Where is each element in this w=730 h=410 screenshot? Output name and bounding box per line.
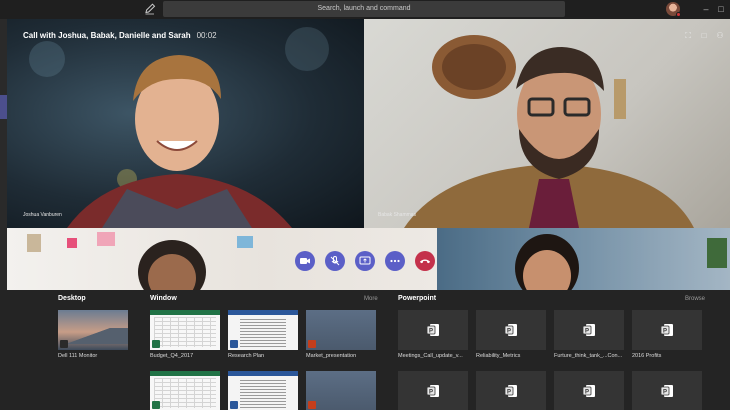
- window-thumbnail-research[interactable]: [228, 310, 298, 350]
- video-stage: Call with Joshua, Babak, Danielle and Sa…: [7, 19, 730, 290]
- svg-text:P: P: [585, 328, 589, 334]
- excel-icon: [152, 401, 160, 409]
- ppt-file-row2-3[interactable]: P: [554, 371, 624, 410]
- excel-ribbon: [150, 371, 220, 376]
- babak-video-frame: [404, 35, 694, 228]
- word-ribbon: [228, 310, 298, 315]
- desktop-label: Dell 111 Monitor: [58, 353, 98, 359]
- participant-name-babak: Babak Shammas: [378, 212, 417, 218]
- title-bar: Search, launch and command – □: [0, 0, 730, 19]
- fullscreen-icon[interactable]: ⛶: [682, 30, 694, 42]
- desktop-thumbnail[interactable]: [58, 310, 128, 350]
- video-tile-babak[interactable]: ⛶ □ ⚇ Babak Shammas: [364, 19, 730, 228]
- desktop-wallpaper: [58, 328, 128, 344]
- word-icon: [230, 340, 238, 348]
- window-section-title: Window: [150, 295, 177, 302]
- window-thumbnail-row2-1[interactable]: [150, 371, 220, 410]
- call-title: Call with Joshua, Babak, Danielle and Sa…: [23, 31, 217, 40]
- window-thumbnail-budget[interactable]: [150, 310, 220, 350]
- participants-icon[interactable]: ⚇: [714, 30, 726, 42]
- powerpoint-file-icon: P: [504, 324, 517, 336]
- window-thumbnail-market[interactable]: [306, 310, 376, 350]
- svg-text:P: P: [663, 389, 667, 395]
- share-screen-button[interactable]: [355, 251, 375, 271]
- excel-icon: [152, 340, 160, 348]
- more-icon: [390, 259, 400, 263]
- share-screen-icon: [359, 256, 371, 265]
- svg-text:P: P: [507, 328, 511, 334]
- call-duration: 00:02: [196, 31, 217, 40]
- search-command-box[interactable]: Search, launch and command: [163, 1, 565, 17]
- compose-icon[interactable]: [143, 2, 157, 16]
- powerpoint-file-icon: P: [660, 324, 673, 336]
- powerpoint-file-icon: P: [426, 324, 439, 336]
- window-label-research: Research Plan: [228, 353, 265, 359]
- word-icon: [230, 401, 238, 409]
- window-thumbnail-row2-2[interactable]: [228, 371, 298, 410]
- call-title-text: Call with Joshua, Babak, Danielle and Sa…: [23, 31, 191, 40]
- monitor-icon: [60, 340, 68, 348]
- powerpoint-icon: [308, 401, 316, 409]
- window-label-market: Market_presentation: [306, 353, 357, 359]
- powerpoint-icon: [308, 340, 316, 348]
- hang-up-button[interactable]: [415, 251, 435, 271]
- powerpoint-file-icon: P: [660, 385, 673, 397]
- window-more-link[interactable]: More: [364, 296, 378, 302]
- app-rail: [0, 19, 7, 290]
- spreadsheet-grid: [154, 317, 216, 347]
- window-label-budget: Budget_Q4_2017: [150, 353, 194, 359]
- desktop-section-title: Desktop: [58, 295, 86, 302]
- svg-text:P: P: [585, 389, 589, 395]
- maximize-icon[interactable]: □: [715, 3, 727, 15]
- word-ribbon: [228, 371, 298, 376]
- ppt-file-profits[interactable]: P: [632, 310, 702, 350]
- document-lines: [240, 319, 286, 347]
- camera-icon: [300, 258, 310, 264]
- powerpoint-file-icon: P: [582, 324, 595, 336]
- presence-busy-icon: [676, 12, 681, 17]
- powerpoint-file-icon: P: [582, 385, 595, 397]
- hang-up-icon: [420, 259, 430, 264]
- svg-text:P: P: [429, 328, 433, 334]
- participant-name-joshua: Joshua Vanburen: [23, 212, 62, 218]
- window-thumbnail-row2-3[interactable]: [306, 371, 376, 410]
- svg-text:P: P: [507, 389, 511, 395]
- svg-text:P: P: [663, 328, 667, 334]
- ppt-label-think-tank: Furture_think_tank_...Con...: [554, 353, 623, 359]
- powerpoint-file-icon: P: [426, 385, 439, 397]
- user-avatar[interactable]: [666, 2, 681, 17]
- share-tray: Desktop Dell 111 Monitor Window More Bud…: [0, 290, 730, 410]
- powerpoint-section-title: Powerpoint: [398, 295, 437, 302]
- video-tile-sarah[interactable]: [437, 228, 730, 290]
- ppt-label-reliability: Reliability_Metrics: [476, 353, 521, 359]
- joshua-video-frame: [29, 27, 329, 228]
- chat-icon[interactable]: □: [698, 30, 710, 42]
- mic-off-icon: [330, 256, 340, 266]
- ppt-label-meetings: Meetings_Call_update_v...: [398, 353, 463, 359]
- ppt-file-row2-4[interactable]: P: [632, 371, 702, 410]
- svg-text:P: P: [429, 389, 433, 395]
- rail-active-indicator: [0, 95, 7, 119]
- ppt-label-profits: 2016 Profits: [632, 353, 662, 359]
- call-controls: [295, 251, 445, 271]
- spreadsheet-grid: [154, 378, 216, 408]
- video-tile-joshua[interactable]: Call with Joshua, Babak, Danielle and Sa…: [7, 19, 364, 228]
- camera-toggle-button[interactable]: [295, 251, 315, 271]
- mute-toggle-button[interactable]: [325, 251, 345, 271]
- powerpoint-file-icon: P: [504, 385, 517, 397]
- ppt-file-reliability[interactable]: P: [476, 310, 546, 350]
- minimize-icon[interactable]: –: [700, 3, 712, 15]
- ppt-file-row2-2[interactable]: P: [476, 371, 546, 410]
- sarah-video-frame: [437, 228, 730, 290]
- document-lines: [240, 380, 286, 408]
- ppt-file-think-tank[interactable]: P: [554, 310, 624, 350]
- powerpoint-browse-link[interactable]: Browse: [685, 296, 705, 302]
- ppt-file-meetings[interactable]: P: [398, 310, 468, 350]
- excel-ribbon: [150, 310, 220, 315]
- more-options-button[interactable]: [385, 251, 405, 271]
- ppt-file-row2-1[interactable]: P: [398, 371, 468, 410]
